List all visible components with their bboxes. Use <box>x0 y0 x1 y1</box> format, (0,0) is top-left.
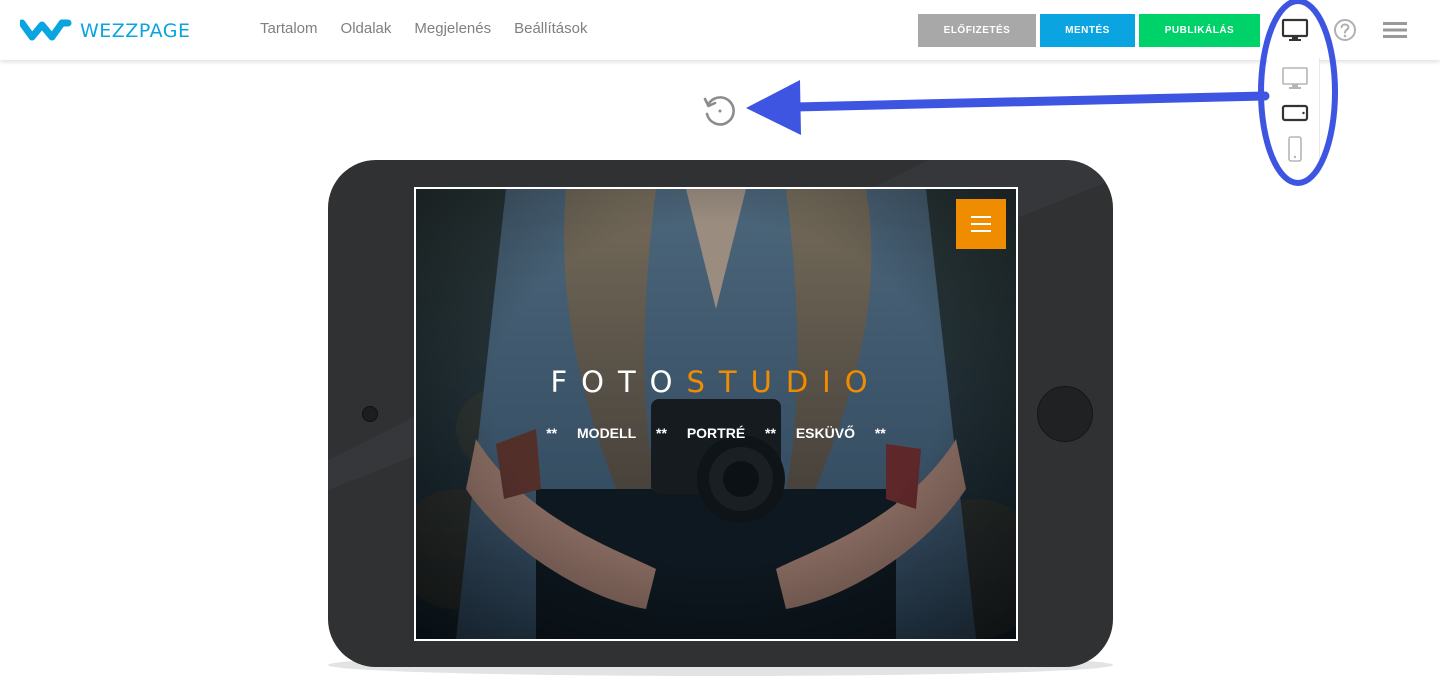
main-nav: Tartalom Oldalak Megjelenés Beállítások <box>260 20 587 37</box>
top-bar: WEZZPAGE Tartalom Oldalak Megjelenés Beá… <box>0 0 1440 60</box>
tagline-separator: ** <box>546 425 558 441</box>
annotation-arrow <box>746 80 1270 135</box>
preview-menu-button[interactable] <box>956 199 1006 249</box>
nav-item-oldalak[interactable]: Oldalak <box>341 20 392 37</box>
tagline-separator: ** <box>874 425 886 441</box>
publish-button[interactable]: PUBLIKÁLÁS <box>1139 14 1260 47</box>
brand-part-studio: STUDIO <box>686 365 882 399</box>
nav-item-beallitasok[interactable]: Beállítások <box>514 20 587 37</box>
save-button[interactable]: MENTÉS <box>1040 14 1135 47</box>
subscribe-button[interactable]: ELŐFIZETÉS <box>918 14 1036 47</box>
tagline-separator: ** <box>765 425 776 441</box>
wezzpage-logo-icon <box>20 19 72 41</box>
nav-item-tartalom[interactable]: Tartalom <box>260 20 318 37</box>
preview-screen: FOTOSTUDIO ** MODELL ** PORTRÉ ** ESKÜVŐ… <box>414 187 1018 641</box>
logo[interactable]: WEZZPAGE <box>20 18 190 44</box>
hero-photo <box>416 189 1016 639</box>
app-name: WEZZPAGE <box>80 20 191 42</box>
brand-part-foto: FOTO <box>550 365 687 399</box>
tagline-item-portre: PORTRÉ <box>686 425 746 441</box>
hamburger-menu-icon[interactable] <box>1383 20 1407 40</box>
preview-tagline: ** MODELL ** PORTRÉ ** ESKÜVŐ ** <box>416 425 1016 441</box>
tagline-separator: ** <box>656 425 667 441</box>
tagline-item-modell: MODELL <box>577 425 637 441</box>
tablet-camera <box>362 406 378 422</box>
nav-item-megjelenes[interactable]: Megjelenés <box>414 20 491 37</box>
rotate-icon[interactable] <box>702 93 738 129</box>
tagline-item-eskuvo: ESKÜVŐ <box>795 425 855 441</box>
preview-brand-title: FOTOSTUDIO <box>416 365 1016 399</box>
tablet-home-button <box>1037 386 1093 442</box>
